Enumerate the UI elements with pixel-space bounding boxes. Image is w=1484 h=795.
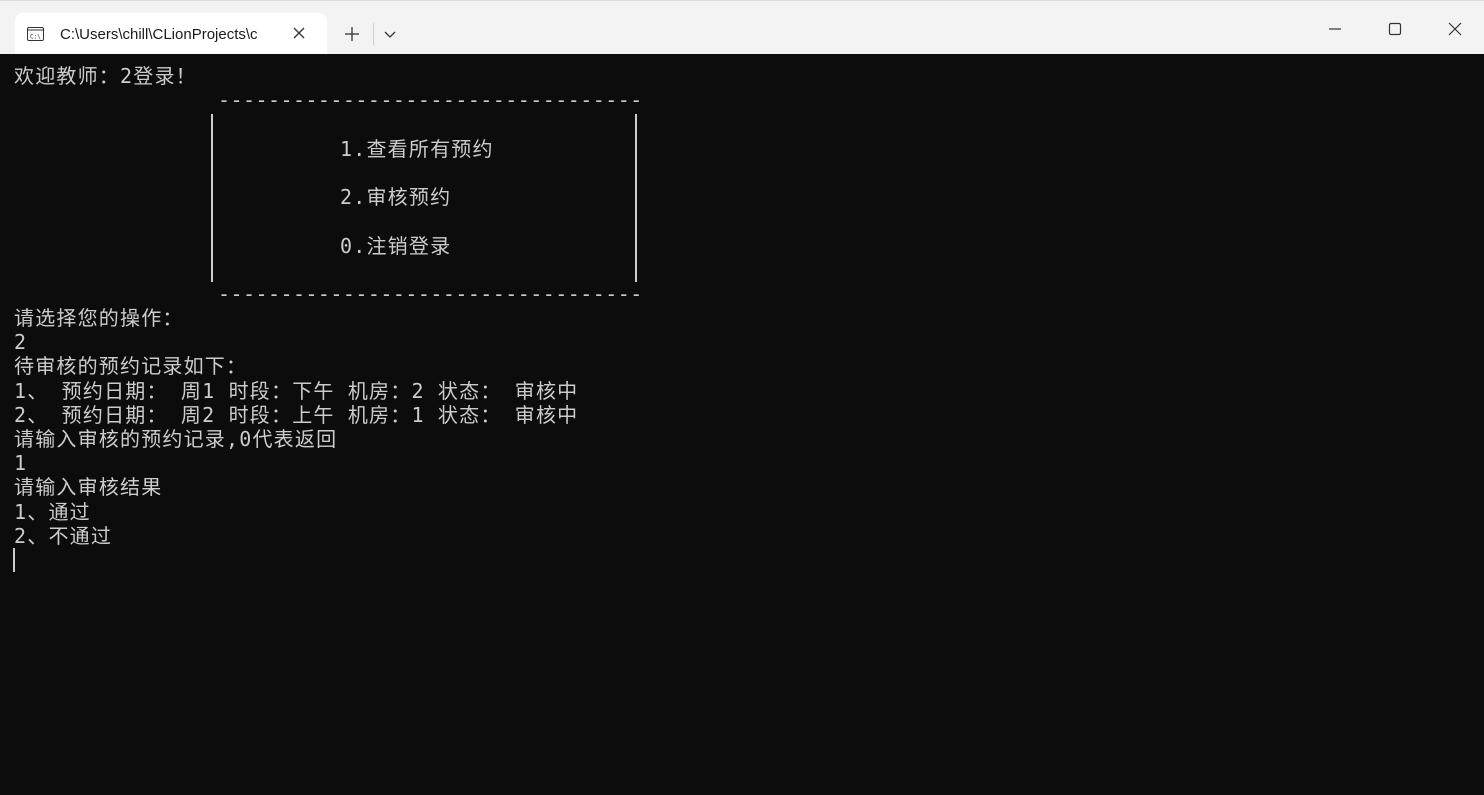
menu-item-view-all: 1.查看所有预约 bbox=[340, 137, 494, 161]
chevron-down-icon bbox=[384, 31, 396, 38]
welcome-line: 欢迎教师：2登录！ bbox=[14, 64, 197, 88]
console-icon: C:\ bbox=[27, 27, 44, 41]
pending-header: 待审核的预约记录如下： bbox=[14, 354, 248, 378]
svg-text:C:\: C:\ bbox=[30, 34, 41, 41]
menu-border-left bbox=[211, 114, 213, 282]
close-icon bbox=[1448, 22, 1462, 36]
tab-close-icon[interactable] bbox=[289, 23, 309, 43]
input-choice: 2 bbox=[14, 330, 28, 354]
minimize-icon bbox=[1329, 28, 1341, 30]
maximize-icon bbox=[1388, 22, 1402, 36]
minimize-button[interactable] bbox=[1312, 9, 1358, 49]
menu-border-right bbox=[635, 114, 637, 282]
text-cursor bbox=[13, 548, 15, 572]
input-record: 1 bbox=[14, 451, 28, 475]
menu-item-logout: 0.注销登录 bbox=[340, 234, 452, 258]
terminal-tab[interactable]: C:\ C:\Users\chill\CLionProjects\c bbox=[15, 13, 327, 55]
terminal-window: C:\ C:\Users\chill\CLionProjects\c 欢迎教师：… bbox=[0, 0, 1484, 795]
new-tab-button[interactable] bbox=[339, 21, 365, 47]
tab-title: C:\Users\chill\CLionProjects\c bbox=[60, 26, 258, 43]
option-fail: 2、不通过 bbox=[14, 524, 113, 548]
tab-separator bbox=[373, 23, 374, 45]
prompt-record: 请输入审核的预约记录,0代表返回 bbox=[14, 427, 338, 451]
menu-border-bottom: ---------------------------------- bbox=[218, 282, 643, 306]
prompt-result: 请输入审核结果 bbox=[14, 475, 163, 499]
maximize-button[interactable] bbox=[1372, 9, 1418, 49]
menu-item-review: 2.审核预约 bbox=[340, 185, 452, 209]
record-line: 2、 预约日期： 周2 时段：上午 机房：1 状态： 审核中 bbox=[14, 403, 579, 427]
plus-icon bbox=[345, 27, 359, 41]
menu-border-top: ---------------------------------- bbox=[218, 88, 643, 112]
option-pass: 1、通过 bbox=[14, 500, 91, 524]
prompt-choose: 请选择您的操作： bbox=[14, 306, 184, 330]
tab-dropdown-button[interactable] bbox=[378, 22, 402, 46]
title-bar: C:\ C:\Users\chill\CLionProjects\c bbox=[0, 0, 1484, 55]
close-window-button[interactable] bbox=[1432, 9, 1478, 49]
console-output[interactable]: 欢迎教师：2登录！ ------------------------------… bbox=[0, 54, 1484, 795]
record-line: 1、 预约日期： 周1 时段：下午 机房：2 状态： 审核中 bbox=[14, 379, 579, 403]
